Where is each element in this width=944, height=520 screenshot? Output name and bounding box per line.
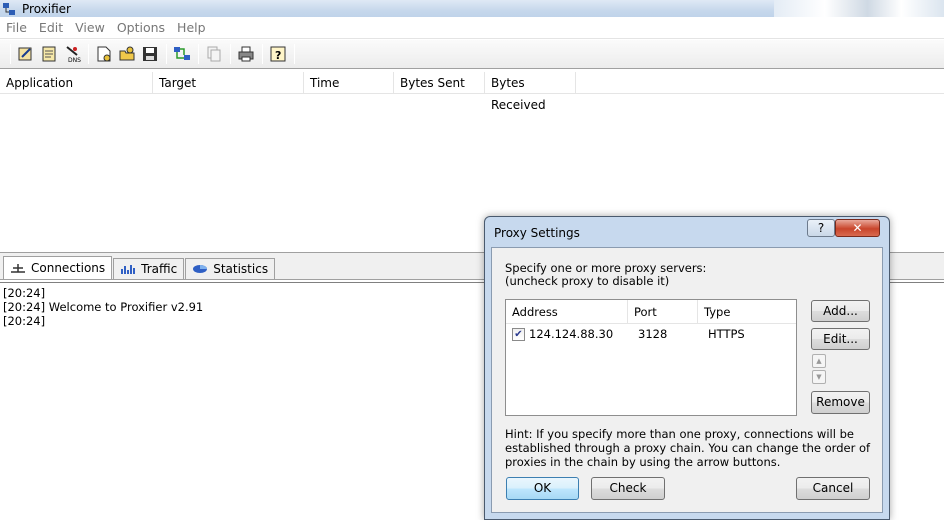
remove-proxy-button[interactable]: Remove — [811, 391, 870, 414]
tab-statistics[interactable]: Statistics — [185, 258, 276, 279]
column-bytes-sent[interactable]: Bytes Sent — [394, 72, 485, 94]
svg-text:DNS: DNS — [68, 57, 81, 63]
close-icon: ✕ — [852, 221, 863, 235]
column-bytes-received[interactable]: Bytes Received — [485, 72, 576, 112]
open-icon[interactable] — [116, 43, 138, 65]
dialog-body: Specify one or more proxy servers: (unch… — [491, 247, 883, 513]
proxy-port: 3128 — [638, 327, 668, 341]
add-proxy-button[interactable]: Add... — [811, 300, 870, 322]
ok-button[interactable]: OK — [506, 477, 579, 500]
move-up-button[interactable]: ▲ — [812, 354, 826, 368]
svg-text:?: ? — [275, 49, 281, 62]
dialog-close-button[interactable]: ✕ — [835, 219, 880, 237]
tab-traffic[interactable]: Traffic — [113, 258, 185, 279]
rules-icon[interactable] — [38, 43, 60, 65]
arrow-up-icon: ▲ — [816, 357, 822, 365]
menu-help[interactable]: Help — [171, 20, 212, 35]
save-icon[interactable] — [139, 43, 161, 65]
traffic-icon — [121, 265, 136, 274]
dialog-title: Proxy Settings — [494, 226, 580, 240]
column-time[interactable]: Time — [304, 72, 394, 94]
network-icon[interactable] — [171, 43, 193, 65]
column-port[interactable]: Port — [628, 300, 698, 323]
move-down-button[interactable]: ▼ — [812, 370, 826, 384]
column-address[interactable]: Address — [506, 300, 628, 323]
arrow-down-icon: ▼ — [816, 373, 822, 381]
connections-table-header: Application Target Time Bytes Sent Bytes… — [0, 72, 944, 112]
tab-connections-label: Connections — [31, 261, 106, 275]
hint-text: Hint: If you specify more than one proxy… — [505, 427, 871, 469]
proxy-row[interactable]: ✔ 124.124.88.30 3128 HTTPS — [506, 324, 796, 344]
menu-file[interactable]: File — [0, 20, 33, 35]
menu-edit[interactable]: Edit — [33, 20, 69, 35]
column-target[interactable]: Target — [153, 72, 304, 94]
edit-proxy-button[interactable]: Edit... — [811, 328, 870, 350]
menu-options[interactable]: Options — [111, 20, 171, 35]
window-title: Proxifier — [22, 1, 71, 16]
new-icon[interactable] — [93, 43, 115, 65]
connections-icon — [11, 264, 25, 273]
toolbar: DNS ? — [0, 40, 944, 69]
proxy-enabled-checkbox[interactable]: ✔ — [512, 327, 525, 341]
cancel-button[interactable]: Cancel — [796, 477, 870, 500]
dialog-help-button[interactable]: ? — [807, 219, 835, 237]
proxy-type: HTTPS — [708, 327, 745, 341]
tab-connections[interactable]: Connections — [3, 256, 113, 279]
tab-traffic-label: Traffic — [141, 262, 178, 276]
title-bar: Proxifier — [0, 0, 944, 17]
dns-icon[interactable]: DNS — [61, 43, 83, 65]
dialog-description: Specify one or more proxy servers: (unch… — [505, 261, 707, 288]
print-icon[interactable] — [235, 43, 257, 65]
column-type[interactable]: Type — [698, 300, 796, 323]
column-application[interactable]: Application — [0, 72, 153, 94]
proxy-list[interactable]: Address Port Type ✔ 124.124.88.30 3128 H… — [505, 299, 797, 416]
check-button[interactable]: Check — [591, 477, 665, 500]
proxifier-app-icon — [3, 2, 15, 15]
statistics-icon — [193, 265, 208, 273]
menu-view[interactable]: View — [69, 20, 111, 35]
proxy-settings-dialog: Proxy Settings ? ✕ Specify one or more p… — [484, 216, 890, 520]
menu-bar: File Edit View Options Help — [0, 17, 944, 39]
proxy-list-header: Address Port Type — [506, 300, 796, 324]
help-icon[interactable]: ? — [267, 43, 289, 65]
proxy-address: 124.124.88.30 — [529, 327, 614, 341]
copy-icon[interactable] — [203, 43, 225, 65]
tab-statistics-label: Statistics — [213, 262, 269, 276]
profile-icon[interactable] — [15, 43, 37, 65]
